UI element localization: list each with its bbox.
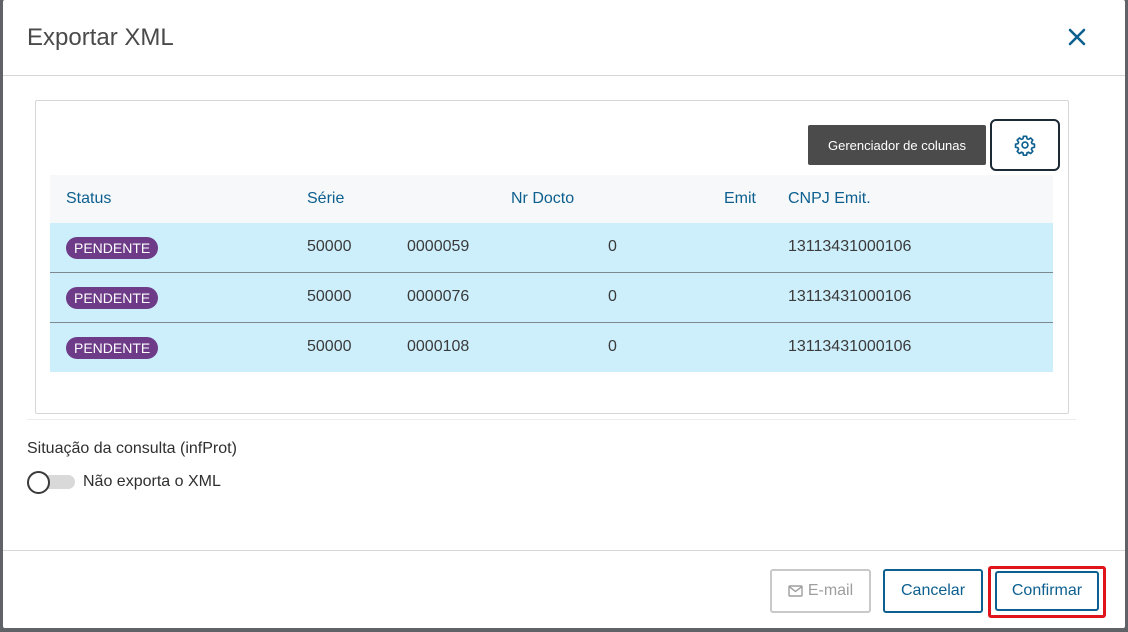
cell-cnpj: 13113431000106: [788, 338, 912, 355]
confirm-button[interactable]: Confirmar: [995, 571, 1099, 611]
email-button-label: E-mail: [807, 582, 854, 599]
table-row[interactable]: PENDENTE 50000 0000059 0 13113431000106: [50, 223, 1053, 273]
column-header-cnpj-emit[interactable]: CNPJ Emit.: [788, 190, 871, 208]
table-header: Status Série Nr Docto Emit CNPJ Emit.: [50, 175, 1053, 223]
modal-title: Exportar XML: [27, 24, 174, 51]
column-header-emit[interactable]: Emit: [724, 190, 756, 208]
cell-emit: 0: [608, 238, 617, 255]
column-header-nr-docto[interactable]: Nr Docto: [511, 190, 574, 208]
cell-emit: 0: [608, 338, 617, 355]
table-scrollbar-divider: [27, 415, 1076, 420]
cell-emit: 0: [608, 288, 617, 305]
cell-nr-docto: 0000059: [407, 238, 470, 255]
cell-serie: 50000: [307, 288, 352, 305]
export-xml-toggle[interactable]: [27, 471, 75, 494]
status-badge: PENDENTE: [66, 287, 159, 309]
toggle-label: Não exporta o XML: [83, 473, 221, 490]
close-icon: [1068, 28, 1086, 46]
gear-icon: [1014, 135, 1036, 156]
email-button[interactable]: E-mail: [770, 569, 871, 613]
column-header-status[interactable]: Status: [66, 190, 111, 208]
envelope-icon: [788, 585, 803, 597]
column-header-serie[interactable]: Série: [307, 190, 344, 208]
table-row[interactable]: PENDENTE 50000 0000076 0 13113431000106: [50, 273, 1053, 323]
close-button[interactable]: [1062, 22, 1092, 52]
export-xml-modal: Exportar XML Gerenciador de colunas Stat…: [3, 0, 1125, 628]
cell-serie: 50000: [307, 338, 352, 355]
column-manager-button[interactable]: [990, 119, 1060, 171]
column-manager-tooltip: Gerenciador de colunas: [808, 125, 986, 165]
cell-serie: 50000: [307, 238, 352, 255]
table-row[interactable]: PENDENTE 50000 0000108 0 13113431000106: [50, 323, 1053, 372]
cell-cnpj: 13113431000106: [788, 288, 912, 305]
documents-table: Status Série Nr Docto Emit CNPJ Emit. PE…: [50, 175, 1053, 372]
status-badge: PENDENTE: [66, 237, 159, 259]
cell-cnpj: 13113431000106: [788, 238, 912, 255]
infprot-section-label: Situação da consulta (infProt): [27, 440, 237, 457]
table-card: Gerenciador de colunas Status Série Nr D…: [35, 100, 1069, 414]
cell-nr-docto: 0000108: [407, 338, 470, 355]
toggle-knob: [27, 471, 50, 494]
modal-header: Exportar XML: [3, 0, 1125, 76]
status-badge: PENDENTE: [66, 337, 159, 359]
export-xml-switch-row: Não exporta o XML: [27, 470, 221, 494]
modal-footer: E-mail Cancelar Confirmar: [3, 550, 1125, 628]
cancel-button[interactable]: Cancelar: [883, 569, 983, 613]
cell-nr-docto: 0000076: [407, 288, 470, 305]
